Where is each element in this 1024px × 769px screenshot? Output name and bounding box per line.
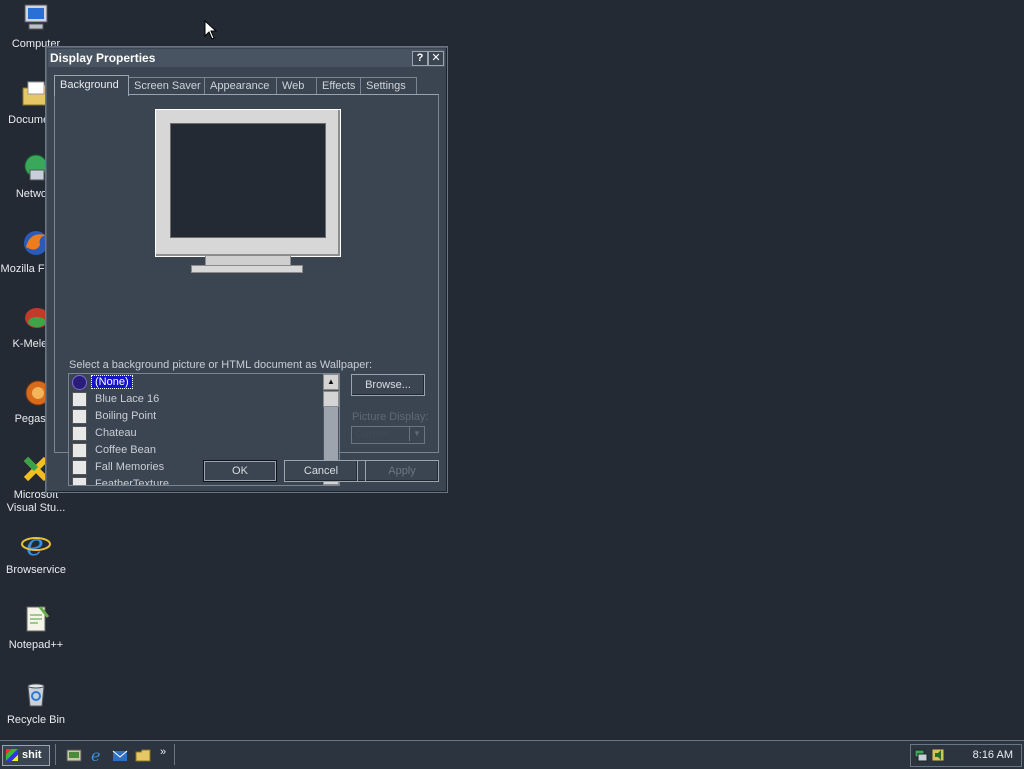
close-button[interactable]: ✕ (428, 51, 444, 66)
system-tray: 8:16 AM (910, 744, 1022, 767)
desktop-icon-notepadpp[interactable]: Notepad++ (0, 603, 72, 652)
image-file-icon (72, 442, 87, 458)
taskbar-divider (174, 744, 177, 765)
chevron-down-icon: ▼ (409, 427, 424, 441)
none-icon (72, 374, 87, 390)
start-button[interactable]: shit (2, 745, 50, 766)
wallpaper-label: Select a background picture or HTML docu… (69, 359, 373, 371)
svg-text:e: e (91, 747, 100, 763)
list-item[interactable]: FeatherTexture (72, 476, 172, 485)
list-item[interactable]: Blue Lace 16 (72, 391, 162, 408)
windows-flag-icon (6, 749, 18, 761)
computer-icon (20, 2, 52, 34)
tab-settings[interactable]: Settings (360, 77, 417, 95)
background-tab-panel: Select a background picture or HTML docu… (54, 94, 439, 486)
display-properties-dialog: Display Properties ? ✕ Background Screen… (45, 46, 448, 493)
list-item[interactable]: Coffee Bean (72, 442, 159, 459)
recycle-bin-icon (20, 678, 52, 710)
ie-quicklaunch-icon[interactable]: e (89, 746, 105, 765)
volume-tray-icon[interactable] (931, 748, 945, 762)
picture-display-select: Center ▼ (351, 426, 425, 444)
tab-background[interactable]: Background (54, 75, 129, 96)
ok-button[interactable]: OK (203, 460, 277, 482)
list-item[interactable]: Boiling Point (72, 408, 159, 425)
desktop-icon-browservice[interactable]: e Browservice (0, 528, 72, 577)
scroll-track[interactable] (324, 407, 338, 465)
quicklaunch-divider (55, 744, 58, 765)
outlook-quicklaunch-icon[interactable] (112, 747, 128, 763)
show-desktop-icon[interactable] (66, 747, 82, 763)
list-item[interactable]: Chateau (72, 425, 140, 442)
list-item[interactable]: Fall Memories (72, 459, 167, 476)
monitor-preview (155, 109, 341, 273)
svg-text:e: e (26, 528, 44, 560)
dialog-title: Display Properties (50, 51, 156, 65)
desktop-icon-recycle-bin[interactable]: Recycle Bin (0, 678, 72, 727)
image-file-icon (72, 391, 87, 407)
monitor-bezel (155, 109, 341, 257)
tab-effects[interactable]: Effects (316, 77, 364, 95)
network-tray-icon[interactable] (914, 748, 928, 762)
desktop-icon-computer[interactable]: Computer (0, 2, 72, 51)
scroll-up-icon[interactable]: ▲ (323, 374, 339, 390)
monitor-base (191, 265, 303, 273)
browse-button[interactable]: Browse... (351, 374, 425, 396)
help-button[interactable]: ? (412, 51, 428, 66)
notepadpp-icon (20, 603, 52, 635)
picture-display-label: Picture Display: (352, 411, 429, 423)
tab-appearance[interactable]: Appearance (204, 77, 277, 95)
ie-icon: e (20, 528, 52, 563)
explorer-quicklaunch-icon[interactable] (135, 747, 151, 763)
taskbar: shit e » 8:16 AM (0, 740, 1024, 769)
tab-screen-saver[interactable]: Screen Saver (128, 77, 205, 95)
cancel-button[interactable]: Cancel (284, 460, 358, 482)
clock[interactable]: 8:16 AM (973, 749, 1013, 761)
apply-button[interactable]: Apply (365, 460, 439, 482)
list-item[interactable]: (None) (72, 374, 133, 391)
scroll-thumb[interactable] (323, 391, 339, 407)
quicklaunch-overflow-icon[interactable]: » (160, 746, 166, 758)
dialog-titlebar[interactable]: Display Properties ? ✕ (48, 49, 445, 67)
image-file-icon (72, 476, 87, 485)
image-file-icon (72, 408, 87, 424)
image-file-icon (72, 459, 87, 475)
mouse-pointer-icon (204, 20, 218, 40)
monitor-screen (170, 123, 326, 238)
image-file-icon (72, 425, 87, 441)
